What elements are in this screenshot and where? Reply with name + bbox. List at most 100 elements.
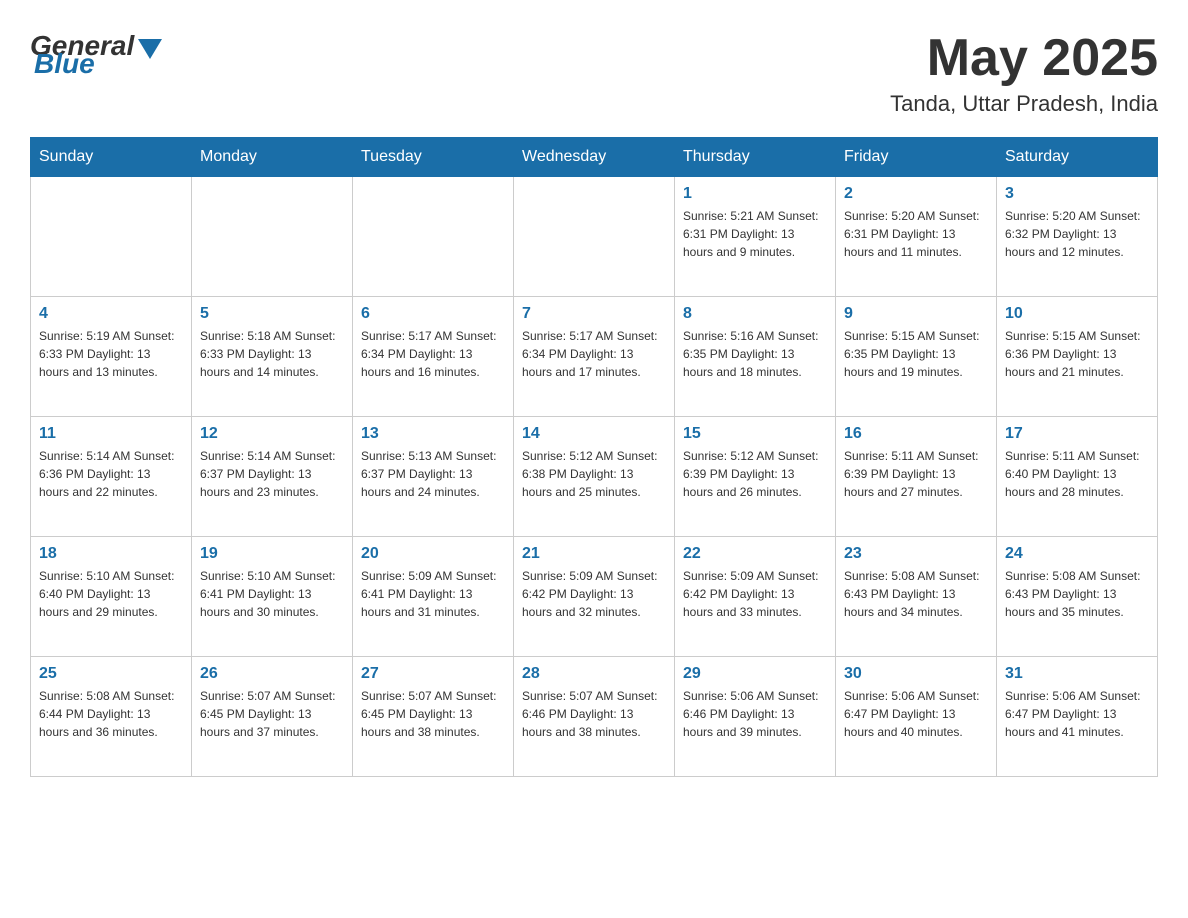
calendar-cell: 12 Sunrise: 5:14 AM Sunset: 6:37 PM Dayli… (192, 417, 353, 537)
day-number: 19 (200, 545, 344, 563)
day-info: Sunrise: 5:12 AM Sunset: 6:39 PM Dayligh… (683, 447, 827, 501)
day-info: Sunrise: 5:10 AM Sunset: 6:40 PM Dayligh… (39, 567, 183, 621)
day-number: 29 (683, 665, 827, 683)
day-number: 20 (361, 545, 505, 563)
day-number: 22 (683, 545, 827, 563)
calendar-cell: 22 Sunrise: 5:09 AM Sunset: 6:42 PM Dayli… (675, 537, 836, 657)
day-number: 23 (844, 545, 988, 563)
calendar-cell: 27Sunrise: 5:07 AM Sunset: 6:45 PM Dayli… (353, 657, 514, 777)
day-info: Sunrise: 5:15 AM Sunset: 6:36 PM Dayligh… (1005, 327, 1149, 381)
calendar-cell: 16 Sunrise: 5:11 AM Sunset: 6:39 PM Dayli… (836, 417, 997, 537)
day-number: 27 (361, 665, 505, 683)
day-info: Sunrise: 5:10 AM Sunset: 6:41 PM Dayligh… (200, 567, 344, 621)
calendar-cell: 15 Sunrise: 5:12 AM Sunset: 6:39 PM Dayli… (675, 417, 836, 537)
day-info: Sunrise: 5:12 AM Sunset: 6:38 PM Dayligh… (522, 447, 666, 501)
day-number: 26 (200, 665, 344, 683)
calendar-cell (514, 177, 675, 297)
day-info: Sunrise: 5:15 AM Sunset: 6:35 PM Dayligh… (844, 327, 988, 381)
calendar-cell: 28 Sunrise: 5:07 AM Sunset: 6:46 PM Dayli… (514, 657, 675, 777)
calendar-cell: 18 Sunrise: 5:10 AM Sunset: 6:40 PM Dayli… (31, 537, 192, 657)
calendar-cell: 29Sunrise: 5:06 AM Sunset: 6:46 PM Dayli… (675, 657, 836, 777)
weekday-header-wednesday: Wednesday (514, 138, 675, 177)
day-number: 6 (361, 305, 505, 323)
day-number: 3 (1005, 185, 1149, 203)
calendar-cell: 4 Sunrise: 5:19 AM Sunset: 6:33 PM Daylig… (31, 297, 192, 417)
calendar-cell: 11 Sunrise: 5:14 AM Sunset: 6:36 PM Dayli… (31, 417, 192, 537)
calendar-cell: 7Sunrise: 5:17 AM Sunset: 6:34 PM Daylig… (514, 297, 675, 417)
day-number: 15 (683, 425, 827, 443)
day-number: 12 (200, 425, 344, 443)
calendar-cell: 26Sunrise: 5:07 AM Sunset: 6:45 PM Dayli… (192, 657, 353, 777)
logo-blue-text: Blue (34, 48, 95, 80)
calendar-cell: 8Sunrise: 5:16 AM Sunset: 6:35 PM Daylig… (675, 297, 836, 417)
page-header: General Blue May 2025 Tanda, Uttar Prade… (30, 30, 1158, 117)
day-number: 28 (522, 665, 666, 683)
weekday-header-monday: Monday (192, 138, 353, 177)
day-info: Sunrise: 5:06 AM Sunset: 6:47 PM Dayligh… (1005, 687, 1149, 741)
calendar-cell: 25Sunrise: 5:08 AM Sunset: 6:44 PM Dayli… (31, 657, 192, 777)
calendar-cell: 30 Sunrise: 5:06 AM Sunset: 6:47 PM Dayli… (836, 657, 997, 777)
day-info: Sunrise: 5:14 AM Sunset: 6:37 PM Dayligh… (200, 447, 344, 501)
day-info: Sunrise: 5:11 AM Sunset: 6:40 PM Dayligh… (1005, 447, 1149, 501)
day-number: 5 (200, 305, 344, 323)
calendar-table: SundayMondayTuesdayWednesdayThursdayFrid… (30, 137, 1158, 777)
calendar-cell: 19 Sunrise: 5:10 AM Sunset: 6:41 PM Dayli… (192, 537, 353, 657)
day-info: Sunrise: 5:14 AM Sunset: 6:36 PM Dayligh… (39, 447, 183, 501)
calendar-cell: 13 Sunrise: 5:13 AM Sunset: 6:37 PM Dayli… (353, 417, 514, 537)
day-info: Sunrise: 5:07 AM Sunset: 6:46 PM Dayligh… (522, 687, 666, 741)
day-number: 25 (39, 665, 183, 683)
day-number: 18 (39, 545, 183, 563)
calendar-cell: 10 Sunrise: 5:15 AM Sunset: 6:36 PM Dayli… (997, 297, 1158, 417)
weekday-header-saturday: Saturday (997, 138, 1158, 177)
weekday-header-friday: Friday (836, 138, 997, 177)
day-number: 11 (39, 425, 183, 443)
day-number: 17 (1005, 425, 1149, 443)
calendar-week-row: 1Sunrise: 5:21 AM Sunset: 6:31 PM Daylig… (31, 177, 1158, 297)
calendar-cell: 31Sunrise: 5:06 AM Sunset: 6:47 PM Dayli… (997, 657, 1158, 777)
day-info: Sunrise: 5:13 AM Sunset: 6:37 PM Dayligh… (361, 447, 505, 501)
day-info: Sunrise: 5:19 AM Sunset: 6:33 PM Dayligh… (39, 327, 183, 381)
calendar-cell: 21 Sunrise: 5:09 AM Sunset: 6:42 PM Dayli… (514, 537, 675, 657)
day-info: Sunrise: 5:09 AM Sunset: 6:41 PM Dayligh… (361, 567, 505, 621)
day-info: Sunrise: 5:06 AM Sunset: 6:47 PM Dayligh… (844, 687, 988, 741)
calendar-cell: 1Sunrise: 5:21 AM Sunset: 6:31 PM Daylig… (675, 177, 836, 297)
day-number: 24 (1005, 545, 1149, 563)
day-info: Sunrise: 5:08 AM Sunset: 6:43 PM Dayligh… (1005, 567, 1149, 621)
day-info: Sunrise: 5:18 AM Sunset: 6:33 PM Dayligh… (200, 327, 344, 381)
day-info: Sunrise: 5:11 AM Sunset: 6:39 PM Dayligh… (844, 447, 988, 501)
day-info: Sunrise: 5:17 AM Sunset: 6:34 PM Dayligh… (522, 327, 666, 381)
day-number: 30 (844, 665, 988, 683)
day-info: Sunrise: 5:09 AM Sunset: 6:42 PM Dayligh… (522, 567, 666, 621)
calendar-cell: 14Sunrise: 5:12 AM Sunset: 6:38 PM Dayli… (514, 417, 675, 537)
day-number: 21 (522, 545, 666, 563)
weekday-header-thursday: Thursday (675, 138, 836, 177)
day-info: Sunrise: 5:20 AM Sunset: 6:31 PM Dayligh… (844, 207, 988, 261)
day-number: 16 (844, 425, 988, 443)
calendar-cell: 2 Sunrise: 5:20 AM Sunset: 6:31 PM Daylig… (836, 177, 997, 297)
day-number: 9 (844, 305, 988, 323)
day-info: Sunrise: 5:20 AM Sunset: 6:32 PM Dayligh… (1005, 207, 1149, 261)
day-number: 13 (361, 425, 505, 443)
calendar-cell: 24 Sunrise: 5:08 AM Sunset: 6:43 PM Dayli… (997, 537, 1158, 657)
day-number: 10 (1005, 305, 1149, 323)
month-title: May 2025 (890, 30, 1158, 87)
calendar-cell: 5 Sunrise: 5:18 AM Sunset: 6:33 PM Daylig… (192, 297, 353, 417)
calendar-week-row: 18 Sunrise: 5:10 AM Sunset: 6:40 PM Dayli… (31, 537, 1158, 657)
day-number: 1 (683, 185, 827, 203)
weekday-header-sunday: Sunday (31, 138, 192, 177)
calendar-week-row: 11 Sunrise: 5:14 AM Sunset: 6:36 PM Dayli… (31, 417, 1158, 537)
calendar-cell: 3 Sunrise: 5:20 AM Sunset: 6:32 PM Daylig… (997, 177, 1158, 297)
calendar-cell: 20 Sunrise: 5:09 AM Sunset: 6:41 PM Dayli… (353, 537, 514, 657)
day-number: 2 (844, 185, 988, 203)
calendar-cell (192, 177, 353, 297)
logo: General Blue (30, 30, 162, 80)
day-info: Sunrise: 5:09 AM Sunset: 6:42 PM Dayligh… (683, 567, 827, 621)
day-number: 4 (39, 305, 183, 323)
calendar-header-row: SundayMondayTuesdayWednesdayThursdayFrid… (31, 138, 1158, 177)
location-title: Tanda, Uttar Pradesh, India (890, 91, 1158, 117)
calendar-cell: 17 Sunrise: 5:11 AM Sunset: 6:40 PM Dayli… (997, 417, 1158, 537)
calendar-cell (31, 177, 192, 297)
calendar-cell: 23 Sunrise: 5:08 AM Sunset: 6:43 PM Dayli… (836, 537, 997, 657)
logo-triangle-icon (138, 39, 162, 59)
day-info: Sunrise: 5:08 AM Sunset: 6:43 PM Dayligh… (844, 567, 988, 621)
